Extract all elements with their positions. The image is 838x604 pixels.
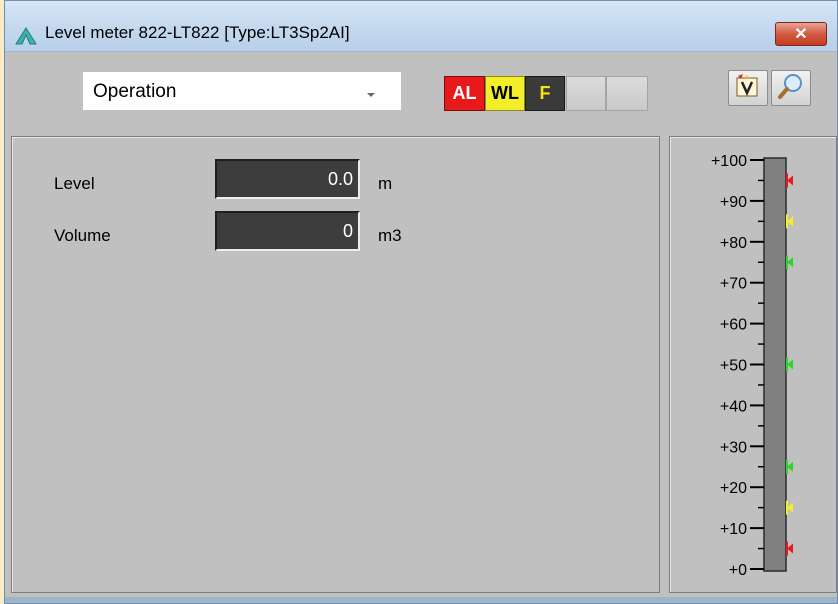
scale-tick-label: +60 xyxy=(720,317,747,334)
alarm-badge-label: AL xyxy=(452,83,477,103)
volume-value: 0 xyxy=(215,211,360,251)
level-value: 0.0 xyxy=(215,159,360,199)
close-button[interactable]: ✕ xyxy=(775,22,827,46)
scale-tick-label: +40 xyxy=(720,398,747,415)
fault-badge-label: F xyxy=(539,83,551,103)
level-meter-window: Level meter 822-LT822 [Type:LT3Sp2AI] ✕ … xyxy=(4,0,838,604)
app-logo-icon xyxy=(15,27,37,50)
level-bar-track xyxy=(763,157,787,572)
status-indicator-empty-2[interactable] xyxy=(606,76,648,111)
warning-badge-label: WL xyxy=(491,83,519,103)
scale-tick-label: +90 xyxy=(720,194,747,211)
scale-tick-label: +30 xyxy=(720,439,747,456)
mode-select[interactable]: Operation xyxy=(83,72,401,110)
warning-badge[interactable]: WL xyxy=(485,76,525,111)
scale-tick-label: +10 xyxy=(720,521,747,538)
volume-label: Volume xyxy=(54,226,111,245)
close-icon: ✕ xyxy=(794,26,808,43)
status-indicator-empty-1[interactable] xyxy=(566,76,606,111)
chevron-down-icon[interactable] xyxy=(365,86,377,104)
level-unit: m xyxy=(378,174,393,193)
fault-badge[interactable]: F xyxy=(525,76,565,111)
search-icon xyxy=(777,72,805,105)
level-scale: +100 +90 +80 +70 +60 +50 +40 +30 +20 +10 +0 xyxy=(711,153,793,579)
configure-button[interactable] xyxy=(728,70,768,106)
scale-tick-label: +100 xyxy=(711,153,747,170)
window-title: Level meter 822-LT822 [Type:LT3Sp2AI] xyxy=(45,23,350,42)
toolbar: Operation AL WL F xyxy=(5,52,837,130)
volume-unit: m3 xyxy=(378,226,402,245)
scale-tick-label: +0 xyxy=(729,562,747,579)
values-panel: Level 0.0 m Volume 0 m3 xyxy=(11,136,660,593)
alarm-badge[interactable]: AL xyxy=(444,76,485,111)
mode-select-value: Operation xyxy=(93,81,177,102)
level-scale-panel: +100 +90 +80 +70 +60 +50 +40 +30 +20 +10 +0 xyxy=(669,136,837,593)
level-label: Level xyxy=(54,174,95,193)
scale-tick-label: +50 xyxy=(720,358,747,375)
title-bar[interactable]: Level meter 822-LT822 [Type:LT3Sp2AI] ✕ xyxy=(5,1,837,52)
window-bottom-border xyxy=(5,597,837,603)
search-button[interactable] xyxy=(771,70,811,106)
scale-tick-label: +20 xyxy=(720,480,747,497)
tools-icon xyxy=(734,73,762,104)
scale-tick-label: +80 xyxy=(720,235,747,252)
scale-tick-label: +70 xyxy=(720,276,747,293)
